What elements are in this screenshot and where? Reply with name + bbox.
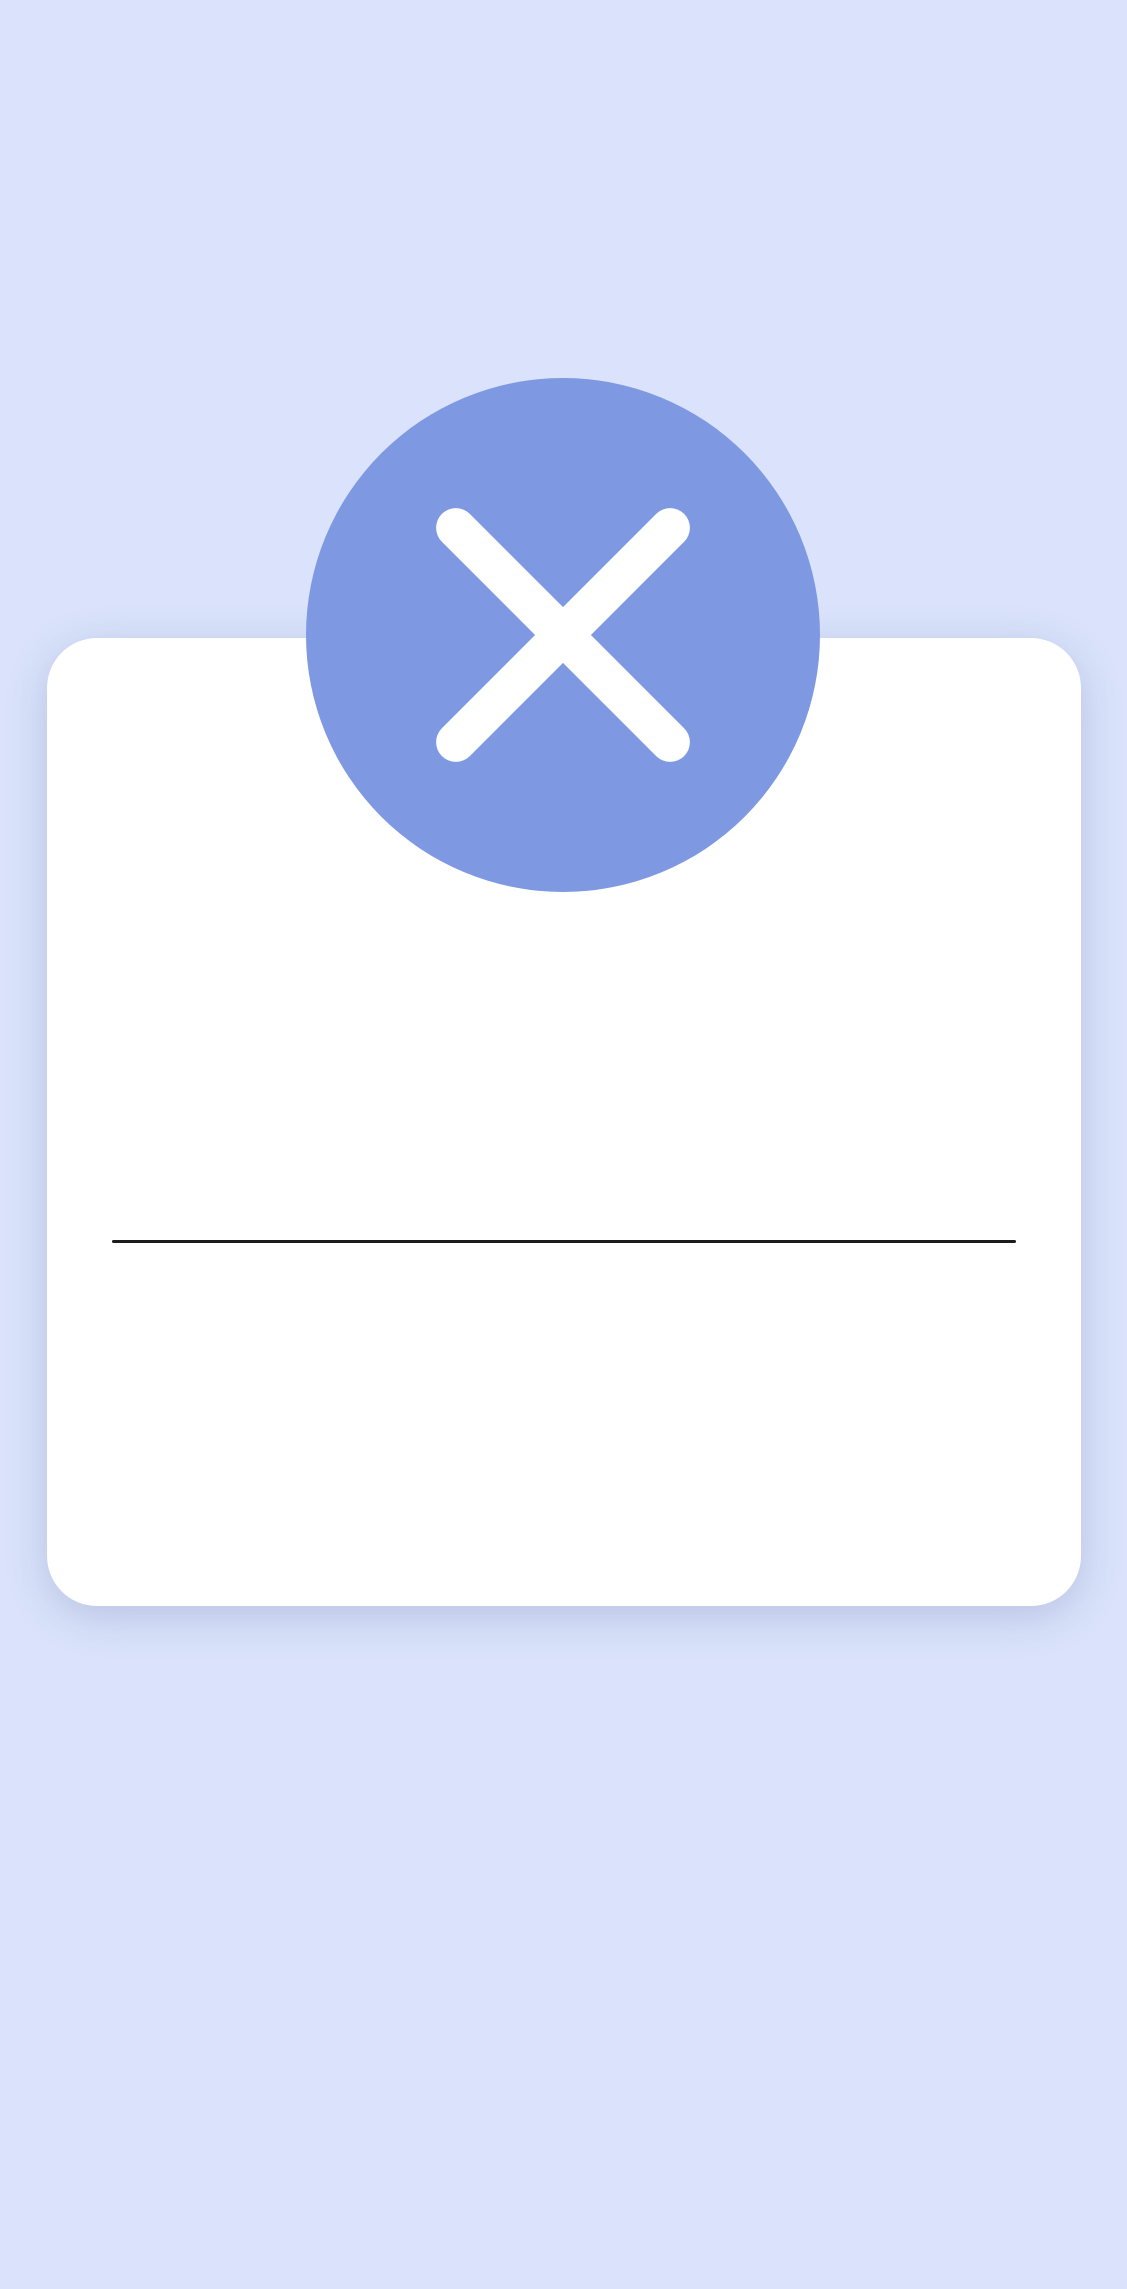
close-badge[interactable] <box>306 378 820 892</box>
divider <box>112 1240 1016 1243</box>
error-screen: { "background_color": "#dae3fb", "card":… <box>0 0 1127 2289</box>
close-icon <box>436 508 690 762</box>
